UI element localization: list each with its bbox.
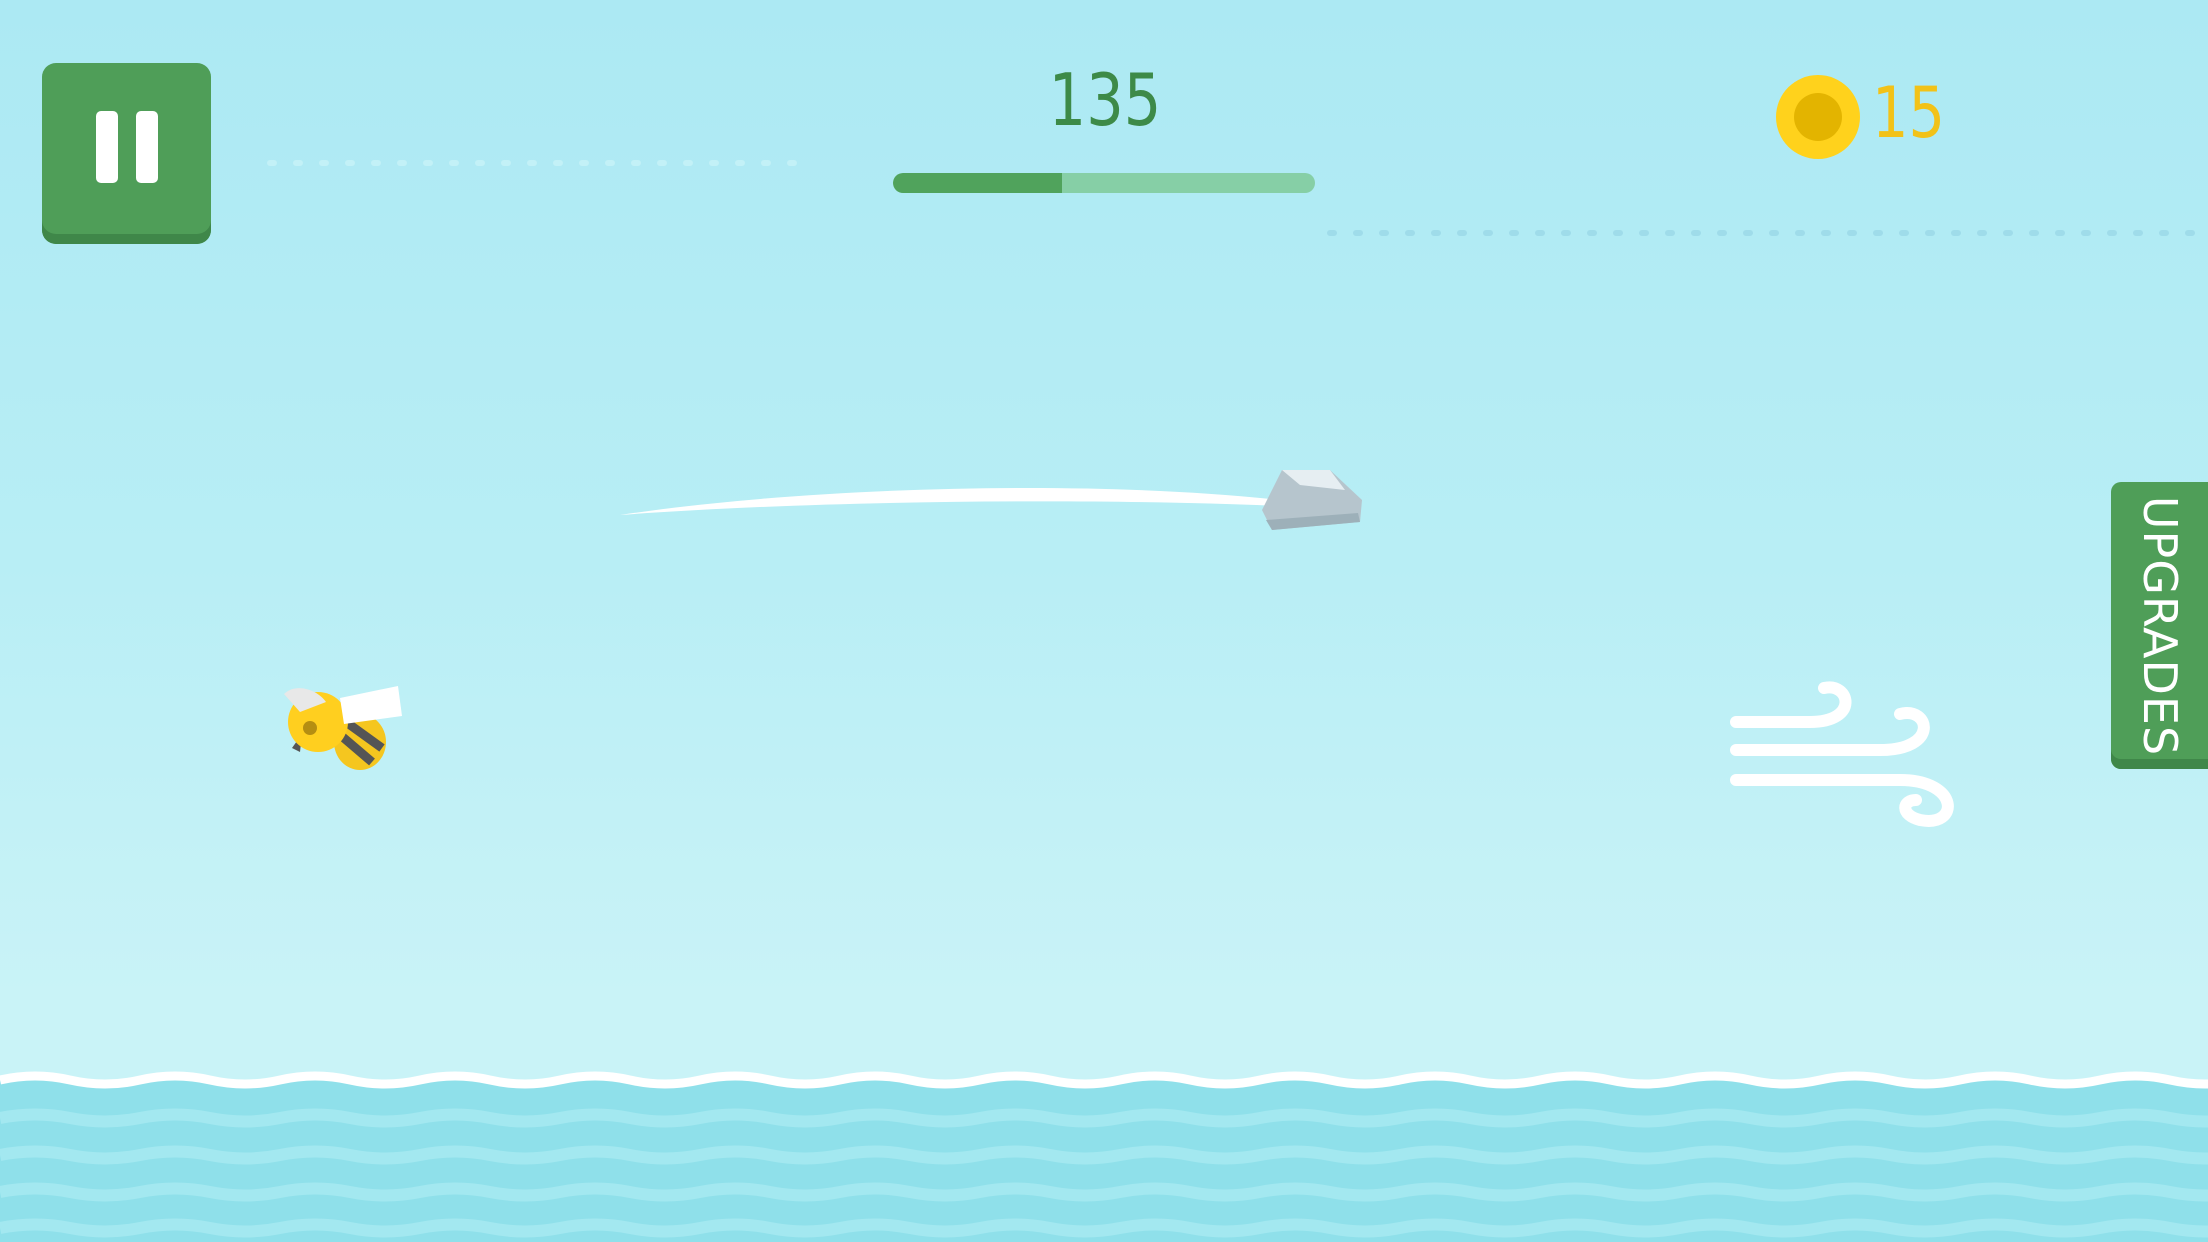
pause-icon: [136, 111, 158, 183]
level-progress-bar: [893, 173, 1315, 193]
upgrades-label: UPGRADES: [2132, 495, 2187, 756]
coin-count: 15: [1872, 72, 1946, 154]
paper-plane: [1262, 470, 1362, 530]
distance-score: 135: [1048, 58, 1162, 142]
coin-icon: [1776, 75, 1860, 159]
pause-icon: [96, 111, 118, 183]
wind-icon: [1730, 681, 1954, 827]
pause-button[interactable]: [42, 63, 211, 244]
bee-enemy: [284, 686, 402, 770]
upgrades-tab[interactable]: UPGRADES: [2111, 482, 2208, 769]
plane-trail: [620, 488, 1280, 515]
level-progress-fill: [893, 173, 1062, 193]
sea: [0, 1071, 2208, 1242]
